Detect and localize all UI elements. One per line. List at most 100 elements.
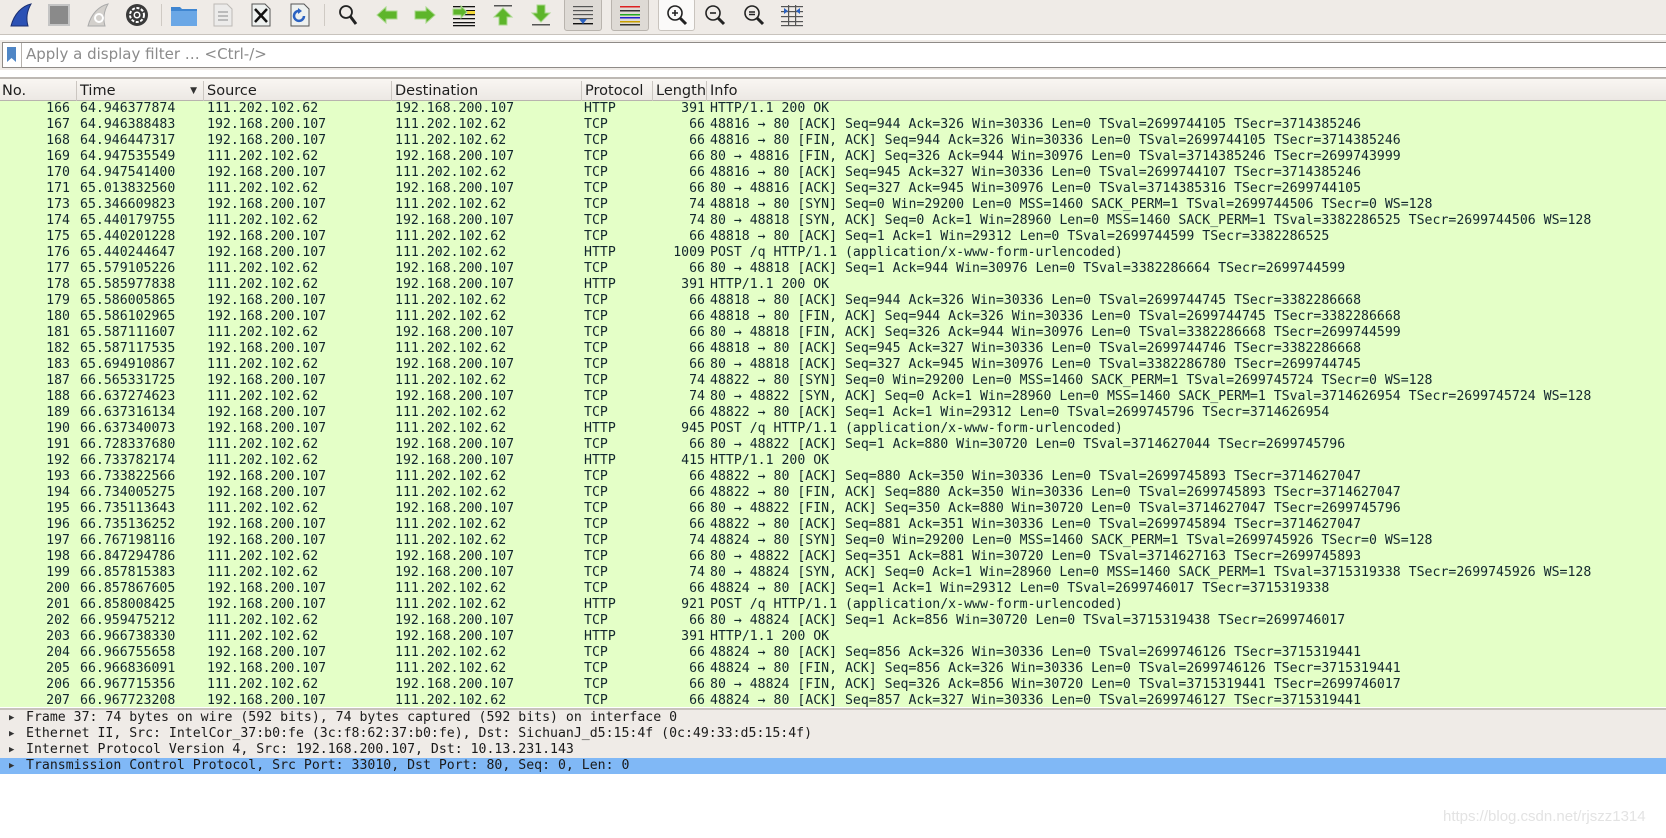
detail-tree-item[interactable]: ▶ Frame 37: 74 bytes on wire (592 bits), … <box>0 710 1666 726</box>
packet-row[interactable]: 171 65.013832560 111.202.102.62 192.168.200… <box>0 181 1666 197</box>
go-first-packet-button[interactable] <box>486 0 520 30</box>
packet-info: 80 → 48818 [SYN, ACK] Seq=0 Ack=1 Win=28… <box>710 213 1592 228</box>
packet-row[interactable]: 193 66.733822566 192.168.200.107 111.202.10… <box>0 469 1666 485</box>
packet-length: 66 <box>689 165 705 180</box>
column-header-source[interactable]: Source <box>204 81 392 101</box>
detail-tree-item[interactable]: ▶ Transmission Control Protocol, Src Port… <box>0 758 1666 774</box>
packet-row[interactable]: 202 66.959475212 111.202.102.62 192.168.200… <box>0 613 1666 629</box>
packet-destination: 111.202.102.62 <box>395 293 507 308</box>
go-to-packet-button[interactable] <box>447 0 481 30</box>
packet-row[interactable]: 168 64.946447317 192.168.200.107 111.202.10… <box>0 133 1666 149</box>
colorize-button[interactable] <box>611 0 649 31</box>
close-file-button[interactable] <box>244 0 278 30</box>
resize-columns-button[interactable] <box>775 0 809 30</box>
packet-row[interactable]: 179 65.586005865 192.168.200.107 111.202.10… <box>0 293 1666 309</box>
packet-row[interactable]: 199 66.857815383 111.202.102.62 192.168.200… <box>0 565 1666 581</box>
start-capture-button[interactable] <box>4 0 38 30</box>
reload-file-button[interactable] <box>283 0 317 30</box>
packet-row[interactable]: 169 64.947535549 111.202.102.62 192.168.200… <box>0 149 1666 165</box>
zoom-out-button[interactable] <box>698 0 732 30</box>
packet-time: 66.857867605 <box>80 581 176 596</box>
detail-tree-item[interactable]: ▶ Ethernet II, Src: IntelCor_37:b0:fe (3c… <box>0 726 1666 742</box>
packet-row[interactable]: 206 66.967715356 111.202.102.62 192.168.200… <box>0 677 1666 693</box>
expand-arrow-icon[interactable]: ▶ <box>9 710 14 726</box>
find-packet-button[interactable] <box>331 0 365 30</box>
restart-capture-button[interactable] <box>81 0 115 30</box>
packet-number: 166 <box>46 101 70 116</box>
column-header-no[interactable]: No. <box>0 81 77 101</box>
packet-row[interactable]: 207 66.967723208 192.168.200.107 111.202.10… <box>0 693 1666 707</box>
packet-row[interactable]: 166 64.946377874 111.202.102.62 192.168.200… <box>0 101 1666 117</box>
packet-row[interactable]: 201 66.858008425 192.168.200.107 111.202.10… <box>0 597 1666 613</box>
packet-row[interactable]: 200 66.857867605 192.168.200.107 111.202.10… <box>0 581 1666 597</box>
column-header-info[interactable]: Info <box>707 81 1666 101</box>
packet-number: 207 <box>46 693 70 707</box>
packet-row[interactable]: 188 66.637274623 111.202.102.62 192.168.200… <box>0 389 1666 405</box>
packet-row[interactable]: 198 66.847294786 111.202.102.62 192.168.200… <box>0 549 1666 565</box>
packet-row[interactable]: 167 64.946388483 192.168.200.107 111.202.10… <box>0 117 1666 133</box>
packet-row[interactable]: 170 64.947541400 192.168.200.107 111.202.10… <box>0 165 1666 181</box>
column-header-protocol[interactable]: Protocol <box>582 81 653 101</box>
packet-row[interactable]: 175 65.440201228 192.168.200.107 111.202.10… <box>0 229 1666 245</box>
packet-time: 66.735136252 <box>80 517 176 532</box>
packet-row[interactable]: 196 66.735136252 192.168.200.107 111.202.10… <box>0 517 1666 533</box>
open-file-button[interactable] <box>167 0 201 30</box>
packet-row[interactable]: 190 66.637340073 192.168.200.107 111.202.10… <box>0 421 1666 437</box>
packet-list[interactable]: 166 64.946377874 111.202.102.62 192.168.200… <box>0 101 1666 707</box>
packet-row[interactable]: 194 66.734005275 192.168.200.107 111.202.10… <box>0 485 1666 501</box>
packet-time: 64.946388483 <box>80 117 176 132</box>
packet-protocol: TCP <box>584 117 608 132</box>
go-forward-button[interactable] <box>408 0 442 30</box>
packet-time: 66.966738330 <box>80 629 176 644</box>
packet-destination: 111.202.102.62 <box>395 485 507 500</box>
packet-row[interactable]: 178 65.585977838 111.202.102.62 192.168.200… <box>0 277 1666 293</box>
packet-info: 80 → 48822 [ACK] Seq=1 Ack=880 Win=30720… <box>710 437 1346 452</box>
save-file-button[interactable] <box>206 0 240 30</box>
capture-options-button[interactable] <box>120 0 154 30</box>
bookmark-icon[interactable] <box>7 47 16 62</box>
column-header-destination[interactable]: Destination <box>392 81 582 101</box>
expand-arrow-icon[interactable]: ▶ <box>9 726 14 742</box>
packet-destination: 111.202.102.62 <box>395 341 507 356</box>
packet-row[interactable]: 197 66.767198116 192.168.200.107 111.202.10… <box>0 533 1666 549</box>
packet-number: 177 <box>46 261 70 276</box>
packet-details-pane[interactable]: ▶ Frame 37: 74 bytes on wire (592 bits), … <box>0 708 1666 838</box>
packet-row[interactable]: 173 65.346609823 192.168.200.107 111.202.10… <box>0 197 1666 213</box>
packet-row[interactable]: 205 66.966836091 192.168.200.107 111.202.10… <box>0 661 1666 677</box>
packet-row[interactable]: 181 65.587111607 111.202.102.62 192.168.200… <box>0 325 1666 341</box>
packet-row[interactable]: 191 66.728337680 111.202.102.62 192.168.200… <box>0 437 1666 453</box>
packet-row[interactable]: 174 65.440179755 111.202.102.62 192.168.200… <box>0 213 1666 229</box>
packet-length: 391 <box>681 277 705 292</box>
zoom-in-button[interactable] <box>658 0 695 31</box>
packet-destination: 192.168.200.107 <box>395 357 515 372</box>
display-filter-input[interactable]: Apply a display filter … <Ctrl-/> <box>2 42 1666 68</box>
packet-row[interactable]: 180 65.586102965 192.168.200.107 111.202.10… <box>0 309 1666 325</box>
packet-row[interactable]: 187 66.565331725 192.168.200.107 111.202.10… <box>0 373 1666 389</box>
packet-row[interactable]: 204 66.966755658 192.168.200.107 111.202.10… <box>0 645 1666 661</box>
packet-row[interactable]: 183 65.694910867 111.202.102.62 192.168.200… <box>0 357 1666 373</box>
go-last-packet-button[interactable] <box>524 0 558 30</box>
expand-arrow-icon[interactable]: ▶ <box>9 742 14 758</box>
packet-row[interactable]: 195 66.735113643 111.202.102.62 192.168.200… <box>0 501 1666 517</box>
detail-tree-item[interactable]: ▶ Internet Protocol Version 4, Src: 192.1… <box>0 742 1666 758</box>
packet-row[interactable]: 189 66.637316134 192.168.200.107 111.202.10… <box>0 405 1666 421</box>
stop-capture-button[interactable] <box>42 0 76 30</box>
column-header-time[interactable]: Time ▼ <box>77 81 204 101</box>
packet-destination: 111.202.102.62 <box>395 309 507 324</box>
go-back-button[interactable] <box>370 0 404 30</box>
packet-source: 111.202.102.62 <box>207 357 319 372</box>
packet-time: 66.733782174 <box>80 453 176 468</box>
expand-arrow-icon[interactable]: ▶ <box>9 758 14 774</box>
packet-row[interactable]: 192 66.733782174 111.202.102.62 192.168.200… <box>0 453 1666 469</box>
packet-protocol: TCP <box>584 341 608 356</box>
packet-row[interactable]: 182 65.587117535 192.168.200.107 111.202.10… <box>0 341 1666 357</box>
normal-size-button[interactable] <box>737 0 771 30</box>
auto-scroll-button[interactable] <box>564 0 602 31</box>
packet-row[interactable]: 177 65.579105226 111.202.102.62 192.168.200… <box>0 261 1666 277</box>
packet-row[interactable]: 203 66.966738330 111.202.102.62 192.168.200… <box>0 629 1666 645</box>
packet-protocol: TCP <box>584 149 608 164</box>
column-header-length[interactable]: Length <box>653 81 707 101</box>
packet-row[interactable]: 176 65.440244647 192.168.200.107 111.202.10… <box>0 245 1666 261</box>
zoom-in-icon <box>666 4 687 25</box>
packet-length: 66 <box>689 645 705 660</box>
